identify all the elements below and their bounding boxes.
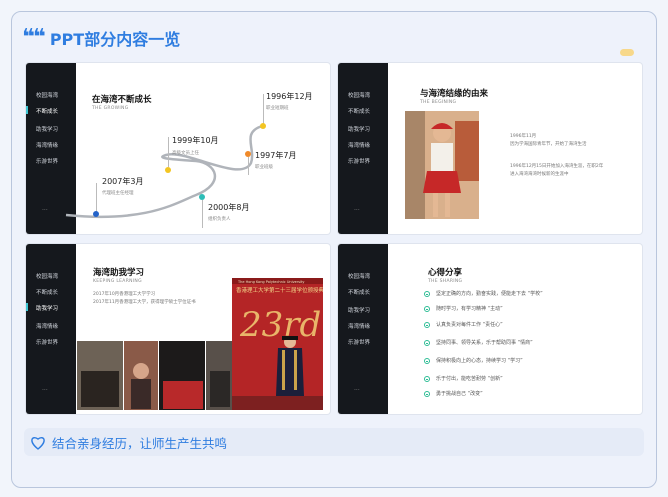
para-line: 1996年12月15日开始加入海湾生涯，在职2年: [510, 164, 604, 169]
check-circle-icon: [424, 357, 430, 364]
check-circle-icon: [424, 290, 430, 297]
timeline-line: [168, 137, 169, 167]
learning-para: 2017年10月香港理工大学学习 2017年11月香港理工大学，获得理学硕士学位…: [93, 291, 196, 307]
timeline-caption: 职业短期班: [266, 106, 289, 111]
sharing-bullet: 勇于挑战自己 “改变”: [424, 390, 483, 397]
card-header: ❝❝ PPT部分内容一览: [22, 26, 180, 50]
bullet-text: 勇于挑战自己 “改变”: [436, 391, 483, 397]
para-line: 进入海湾海湾时候新的生涯中: [510, 172, 569, 177]
check-circle-icon: [424, 375, 430, 382]
slide-begining[interactable]: 校园海湾 不断成长 助我学习 海湾情缘 乐游世界 ··· 与海湾结缘的由来 TH…: [338, 63, 642, 234]
timeline-line: [263, 94, 264, 126]
timeline-year: 1997年7月: [255, 151, 297, 160]
timeline-caption: 代理班主任经理: [102, 191, 134, 196]
slide-growing[interactable]: 校园海湾 不断成长 助我学习 海湾情缘 乐游世界 ··· 在海湾不断成长 THE…: [26, 63, 330, 234]
slide-title: 与海湾结缘的由来: [420, 89, 489, 99]
preview-card: ❝❝ PPT部分内容一览 校园海湾 不断成长 助我学习 海湾情缘 乐游世界 ··…: [11, 11, 657, 488]
begining-para-2: 1996年12月15日开始加入海湾生涯，在职2年 进入海湾海湾时候新的生涯中: [510, 163, 603, 179]
slide-subtitle: KEEPING LEARNING: [93, 279, 142, 284]
sharing-bullet: 坚定正确的方向，勤奋实践，便能走下去 “学校”: [424, 290, 543, 297]
photo-ceremony-strip: [77, 341, 233, 410]
nav-item: 乐游世界: [348, 159, 371, 165]
slide-title: 心得分享: [428, 268, 463, 278]
check-circle-icon: [424, 390, 430, 397]
bullet-text: 坚持同事、领导关系，乐于帮助同事 “情商”: [436, 340, 533, 346]
nav-item: 助我学习: [36, 306, 59, 312]
check-circle-icon: [424, 321, 430, 328]
slide-subtitle: THE SHARING: [428, 279, 463, 284]
slide-sharing[interactable]: 校园海湾 不断成长 助我学习 海湾情缘 乐游世界 ··· 心得分享 THE SH…: [338, 244, 642, 414]
nav-item: 助我学习: [348, 127, 371, 133]
begining-para-1: 1996年11月 因为学海国际青年节，开始了海湾生活: [510, 133, 587, 149]
slide-learning[interactable]: 校园海湾 不断成长 助我学习 海湾情缘 乐游世界 ··· 海湾助我学习 KEEP…: [26, 244, 330, 414]
more-dots: ···: [42, 387, 48, 394]
bullet-text: 坚定正确的方向，勤奋实践，便能走下去 “学校”: [436, 291, 543, 297]
banner-subtext: 香港理工大学第二十三届学位颁授典礼: [236, 286, 323, 294]
timeline-dot: [93, 211, 99, 217]
timeline-caption: 组织负责人: [208, 217, 231, 222]
timeline-dot: [260, 123, 266, 129]
timeline-line: [202, 200, 203, 228]
nav-item: 助我学习: [348, 308, 371, 314]
footer-note: 结合亲身经历，让师生产生共鸣: [24, 428, 644, 456]
para-line: 1996年11月: [510, 134, 537, 139]
nav-item: 不断成长: [348, 290, 371, 296]
sharing-bullet: 认真负责对每件工作 “责任心”: [424, 321, 503, 328]
nav-item: 乐游世界: [348, 340, 371, 346]
nav-item: 校园海湾: [348, 93, 371, 99]
more-dots: ···: [354, 207, 360, 214]
nav-item: 不断成长: [348, 109, 371, 115]
slide-sidebar: 校园海湾 不断成长 助我学习 海湾情缘 乐游世界 ···: [26, 244, 76, 414]
timeline-year: 1999年10月: [172, 136, 219, 145]
sharing-bullet: 随时学习，有学习精神 “主动”: [424, 305, 503, 312]
nav-item: 不断成长: [36, 290, 59, 296]
more-dots: ···: [354, 387, 360, 394]
decor-pill: [620, 49, 634, 56]
bullet-text: 随时学习，有学习精神 “主动”: [436, 306, 503, 312]
nav-item: 校园海湾: [348, 274, 371, 280]
nav-item: 海湾情缘: [36, 324, 59, 330]
bullet-text: 认真负责对每件工作 “责任心”: [436, 322, 503, 328]
heart-icon: [31, 436, 45, 450]
photo-young-staff: [405, 111, 479, 219]
bullet-text: 保持积极向上的心态，持续学习 “学习”: [436, 358, 523, 364]
check-circle-icon: [424, 305, 430, 312]
check-circle-icon: [424, 339, 430, 346]
timeline-curve: [65, 124, 263, 219]
timeline-line: [96, 183, 97, 213]
para-line: 2017年10月香港理工大学学习: [93, 292, 156, 297]
footer-text: 结合亲身经历，让师生产生共鸣: [52, 435, 228, 451]
card-title: PPT部分内容一览: [49, 30, 181, 49]
timeline-year: 2000年8月: [208, 203, 250, 212]
sharing-bullet: 坚持同事、领导关系，乐于帮助同事 “情商”: [424, 339, 533, 346]
slide-title: 海湾助我学习: [93, 268, 145, 278]
nav-item: 海湾情缘: [348, 324, 371, 330]
nav-active-bar: [26, 303, 28, 311]
nav-item: 乐游世界: [36, 340, 59, 346]
para-line: 2017年11月香港理工大学，获得理学硕士学位证书: [93, 300, 196, 305]
quote-icon: ❝❝: [22, 25, 46, 50]
timeline-caption: 职业班级: [255, 165, 273, 170]
sharing-bullet: 保持积极向上的心态，持续学习 “学习”: [424, 357, 523, 364]
sharing-bullet: 乐于付出，能吃苦耐劳 “创新”: [424, 375, 503, 382]
slide-sidebar: 校园海湾 不断成长 助我学习 海湾情缘 乐游世界 ···: [338, 244, 388, 414]
timeline-dot: [165, 167, 171, 173]
banner-text: The Hong Kong Polytechnic University: [237, 280, 305, 284]
photo-graduation: The Hong Kong Polytechnic University 香港理…: [232, 278, 323, 410]
grad-number: 23rd: [239, 305, 321, 345]
slide-sidebar: 校园海湾 不断成长 助我学习 海湾情缘 乐游世界 ···: [338, 63, 388, 234]
nav-item: 海湾情缘: [348, 143, 371, 149]
nav-item: 校园海湾: [36, 274, 59, 280]
para-line: 因为学海国际青年节，开始了海湾生活: [510, 142, 587, 147]
timeline-caption: 高级文员上任: [172, 151, 199, 156]
timeline-year: 1996年12月: [266, 92, 313, 101]
slide-subtitle: THE BEGINING: [420, 100, 457, 105]
bullet-text: 乐于付出，能吃苦耐劳 “创新”: [436, 376, 503, 382]
timeline-line: [248, 157, 249, 175]
timeline-year: 2007年3月: [102, 177, 144, 186]
